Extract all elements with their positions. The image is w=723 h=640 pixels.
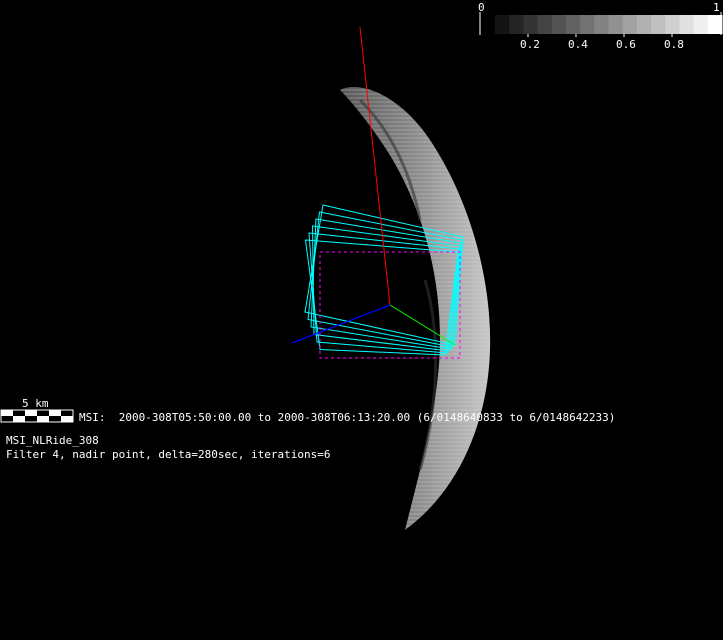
colorbar-tick-label: 0.6 — [616, 38, 636, 51]
colorbar — [479, 12, 723, 37]
scale-bar-cell — [61, 416, 73, 422]
scale-bar-cell — [49, 410, 61, 416]
colorbar-step — [622, 15, 638, 34]
colorbar-step — [537, 15, 553, 34]
scale-bar-cell — [25, 410, 37, 416]
scale-bar-cell — [25, 416, 37, 422]
scale-bar-cell — [61, 410, 73, 416]
sequence-params: Filter 4, nadir point, delta=280sec, ite… — [6, 448, 331, 461]
colorbar-step — [693, 15, 709, 34]
colorbar-step — [523, 15, 539, 34]
colorbar-step — [679, 15, 695, 34]
viewer-canvas[interactable]: 0 1 0.2 0.4 0.6 0.8 5 km MSI: 2000-308T0… — [0, 0, 723, 640]
colorbar-step — [594, 15, 609, 34]
colorbar-step — [608, 15, 624, 34]
colorbar-step — [636, 15, 652, 34]
scale-bar-cell — [49, 416, 61, 422]
scale-bar-cell — [13, 416, 25, 422]
colorbar-tick-label: 0.8 — [664, 38, 684, 51]
colorbar-step — [707, 15, 723, 34]
3d-scene[interactable] — [0, 0, 723, 640]
colorbar-tick-label: 0.2 — [520, 38, 540, 51]
colorbar-step — [509, 15, 524, 34]
msi-time-range: MSI: 2000-308T05:50:00.00 to 2000-308T06… — [79, 411, 616, 424]
scale-bar-cell — [37, 410, 49, 416]
scale-bar-cell — [1, 416, 13, 422]
colorbar-step — [665, 15, 680, 34]
scale-bar — [0, 409, 74, 423]
colorbar-max-label: 1 — [713, 1, 720, 14]
scale-bar-label: 5 km — [22, 397, 49, 410]
scale-bar-cell — [13, 410, 25, 416]
colorbar-step — [580, 15, 595, 34]
colorbar-step — [551, 15, 567, 34]
asteroid-shape-model — [340, 87, 491, 530]
scale-bar-cell — [37, 416, 49, 422]
axis-x-line — [359, 26, 391, 306]
colorbar-step — [495, 15, 510, 34]
sequence-title: MSI_NLRide_308 — [6, 434, 99, 447]
scale-bar-cell — [1, 410, 13, 416]
colorbar-min-label: 0 — [478, 1, 485, 14]
colorbar-step — [651, 15, 666, 34]
colorbar-step — [565, 15, 581, 34]
colorbar-tick-label: 0.4 — [568, 38, 588, 51]
